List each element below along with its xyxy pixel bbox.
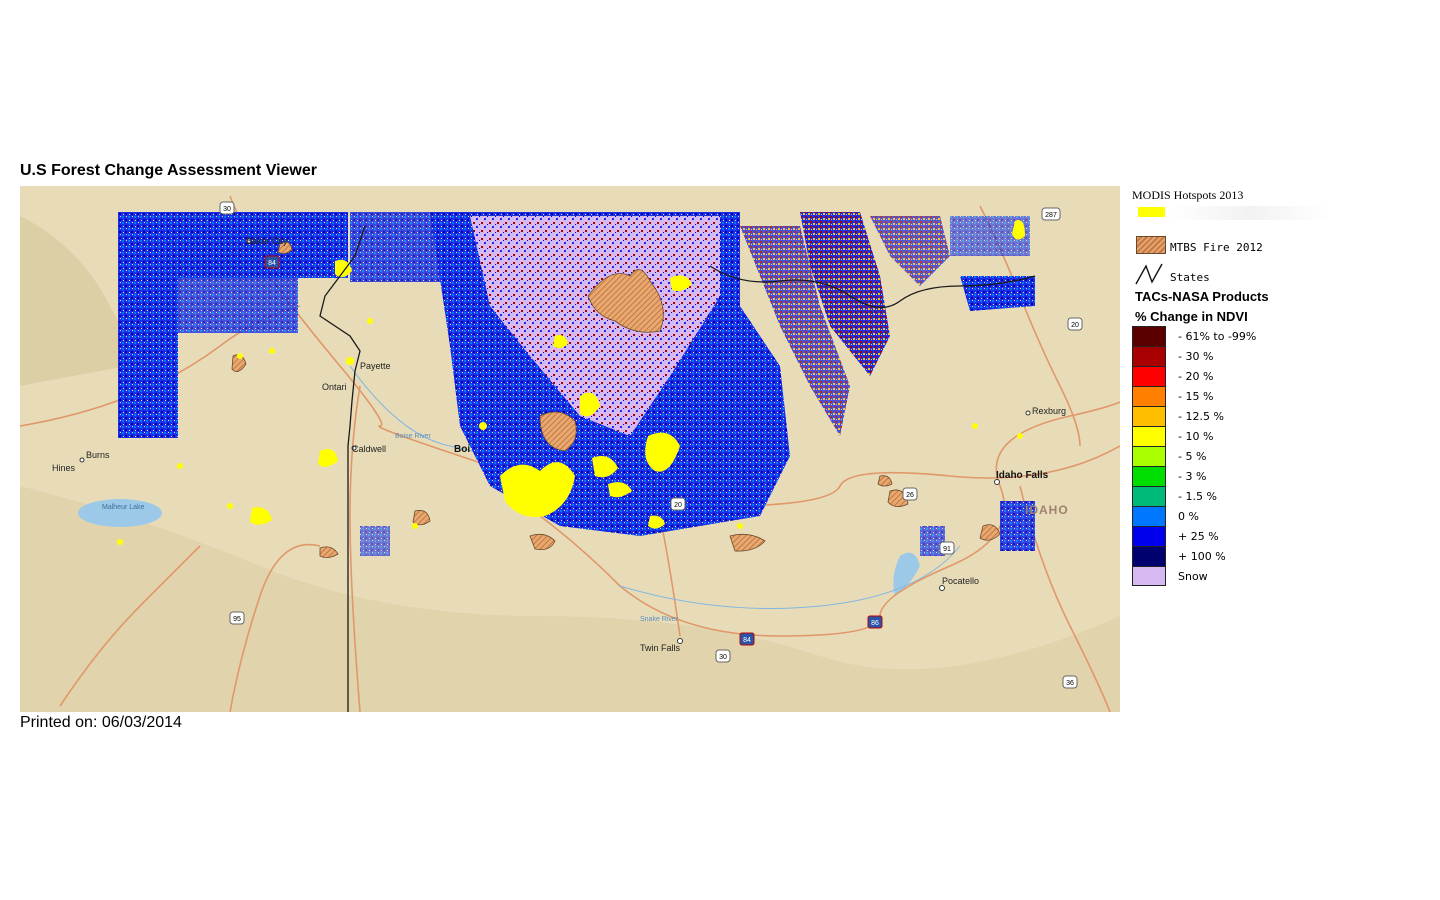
- shield-91: 91: [939, 541, 955, 555]
- svg-text:20: 20: [674, 502, 682, 509]
- legend-mtbs-label: MTBS Fire 2012: [1170, 241, 1263, 254]
- legend-products-title: TACs-NASA Products: [1135, 289, 1269, 304]
- label-caldwell: Caldwell: [352, 444, 386, 454]
- legend-class-row: - 12.5 %: [1132, 406, 1332, 426]
- shield-30-south: 30: [715, 649, 731, 663]
- legend-class-swatch: [1132, 386, 1166, 406]
- legend-class-row: 0 %: [1132, 506, 1332, 526]
- label-boise: Boi: [454, 444, 470, 455]
- label-payette: Payette: [360, 361, 391, 371]
- label-hines: Hines: [52, 463, 76, 473]
- legend-class-label: + 25 %: [1178, 530, 1219, 543]
- svg-text:30: 30: [223, 206, 231, 213]
- legend-class-swatch: [1132, 526, 1166, 546]
- page-title: U.S Forest Change Assessment Viewer: [20, 162, 317, 179]
- legend-class-label: - 15 %: [1178, 390, 1214, 403]
- shield-36: 36: [1062, 675, 1078, 689]
- label-boise-river: Boise River: [395, 433, 431, 440]
- legend-modis-title: MODIS Hotspots 2013: [1132, 188, 1244, 202]
- legend-class-swatch: [1132, 446, 1166, 466]
- legend-class-row: - 1.5 %: [1132, 486, 1332, 506]
- legend-class-swatch: [1132, 366, 1166, 386]
- svg-text:36: 36: [1066, 680, 1074, 687]
- legend-class-label: - 10 %: [1178, 430, 1214, 443]
- label-burns: Burns: [86, 450, 110, 460]
- legend-class-label: - 3 %: [1178, 470, 1207, 483]
- legend-ndvi-title: % Change in NDVI: [1135, 309, 1248, 324]
- legend-modis-bar: [1170, 206, 1330, 220]
- svg-text:20: 20: [1071, 322, 1079, 329]
- svg-text:26: 26: [906, 492, 914, 499]
- legend-class-swatch: [1132, 486, 1166, 506]
- label-ontario: Ontari: [322, 382, 347, 392]
- states-line-icon: [1135, 263, 1163, 285]
- label-idaho-state: IDAHO: [1025, 503, 1069, 517]
- legend-mtbs-swatch: [1136, 236, 1166, 254]
- shield-26: 26: [902, 487, 918, 501]
- label-malheur-lake: Malheur Lake: [102, 504, 145, 511]
- legend-class-label: - 61% to -99%: [1178, 330, 1257, 343]
- printed-date: Printed on: 06/03/2014: [20, 714, 182, 731]
- shield-95: 95: [229, 611, 245, 625]
- label-rexburg: Rexburg: [1032, 406, 1066, 416]
- legend-class-swatch: [1132, 406, 1166, 426]
- legend-class-swatch: [1132, 546, 1166, 566]
- legend-ndvi-classes: - 61% to -99% - 30 % - 20 % - 15 % - 12.5 % -…: [1132, 326, 1332, 586]
- legend-class-row: - 5 %: [1132, 446, 1332, 466]
- legend-class-swatch: [1132, 346, 1166, 366]
- svg-text:30: 30: [719, 654, 727, 661]
- legend-class-label: - 5 %: [1178, 450, 1207, 463]
- legend-class-label: + 100 %: [1178, 550, 1226, 563]
- svg-text:95: 95: [233, 616, 241, 623]
- legend-class-swatch: [1132, 326, 1166, 346]
- legend-class-label: - 20 %: [1178, 370, 1214, 383]
- legend-class-row: - 3 %: [1132, 466, 1332, 486]
- legend-class-row: - 61% to -99%: [1132, 326, 1332, 346]
- legend-modis-swatch: [1138, 207, 1165, 217]
- shield-84-north: 84: [264, 255, 280, 269]
- shield-20-east: 20: [1067, 317, 1083, 331]
- shield-30: 30: [219, 201, 235, 215]
- legend-class-row: - 10 %: [1132, 426, 1332, 446]
- legend-class-row: - 30 %: [1132, 346, 1332, 366]
- label-twin-falls: Twin Falls: [640, 643, 681, 653]
- legend-states-label: States: [1170, 271, 1210, 284]
- legend-class-label: - 30 %: [1178, 350, 1214, 363]
- legend-class-row: + 100 %: [1132, 546, 1332, 566]
- legend-class-row: + 25 %: [1132, 526, 1332, 546]
- legend-class-label: - 1.5 %: [1178, 490, 1217, 503]
- legend-class-label: - 12.5 %: [1178, 410, 1224, 423]
- svg-text:287: 287: [1045, 212, 1057, 219]
- legend-class-row: - 15 %: [1132, 386, 1332, 406]
- shield-84-south: 84: [739, 632, 755, 646]
- legend-class-swatch: [1132, 466, 1166, 486]
- legend-class-label: 0 %: [1178, 510, 1199, 523]
- legend-class-swatch: [1132, 506, 1166, 526]
- legend-class-row: - 20 %: [1132, 366, 1332, 386]
- map-canvas[interactable]: 30 84 287 20 26 20 91 95 86 84 30 36 Bak…: [20, 186, 1120, 712]
- svg-text:84: 84: [268, 260, 276, 267]
- legend-class-label: Snow: [1178, 570, 1208, 583]
- map-legend: MODIS Hotspots 2013 MTBS Fire 2012 State…: [1130, 186, 1340, 596]
- legend-class-swatch: [1132, 426, 1166, 446]
- label-snake-river: Snake River: [640, 616, 679, 623]
- label-baker-city: Baker City: [246, 236, 288, 246]
- svg-text:84: 84: [743, 637, 751, 644]
- legend-class-swatch: [1132, 566, 1166, 586]
- label-pocatello: Pocatello: [942, 576, 979, 586]
- shield-287: 287: [1041, 207, 1061, 221]
- map-panel[interactable]: 30 84 287 20 26 20 91 95 86 84 30 36 Bak…: [20, 186, 1120, 712]
- shield-86: 86: [867, 615, 883, 629]
- shield-20-south: 20: [670, 497, 686, 511]
- svg-text:86: 86: [871, 620, 879, 627]
- svg-text:91: 91: [943, 546, 951, 553]
- legend-class-row: Snow: [1132, 566, 1332, 586]
- label-idaho-falls: Idaho Falls: [996, 470, 1049, 481]
